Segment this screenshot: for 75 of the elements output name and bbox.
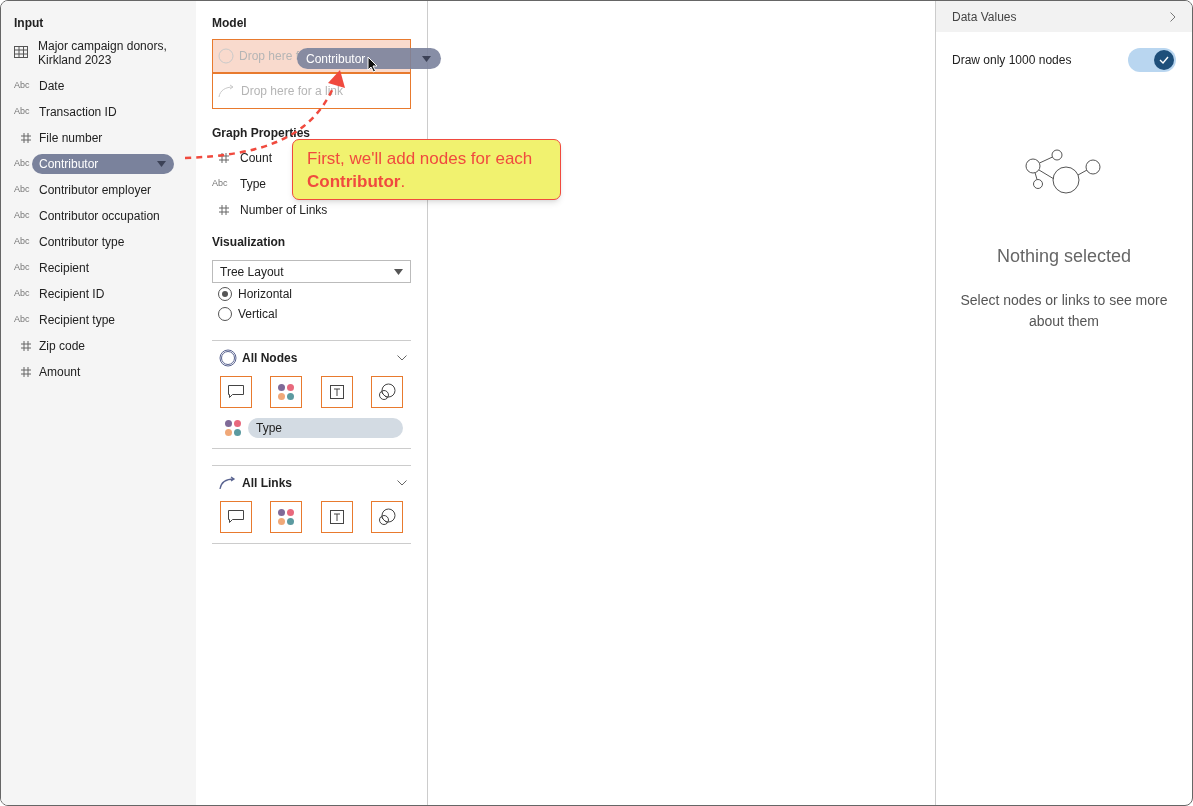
type-label: Abc [14, 287, 31, 301]
callout: First, we'll add nodes for each Contributor. [292, 139, 561, 200]
field-item[interactable]: Recipient [38, 258, 90, 278]
dataset-name: Major campaign donors, Kirkland 2023 [38, 39, 168, 67]
type-label: Abc [14, 157, 31, 171]
palette-icon [277, 383, 296, 401]
color-button[interactable] [270, 376, 303, 408]
radio-label: Vertical [238, 306, 278, 323]
hash-icon [218, 204, 230, 216]
color-button[interactable] [270, 501, 303, 533]
layout-dropdown[interactable]: Tree Layout [212, 260, 411, 283]
type-label: Abc [212, 177, 229, 191]
hash-icon [20, 340, 32, 352]
curved-arrow-icon [219, 476, 237, 490]
section-title: Visualization [212, 234, 287, 251]
type-label: Abc [14, 235, 31, 249]
chevron-down-icon[interactable] [397, 480, 407, 486]
type-label: Abc [14, 105, 31, 119]
field-item[interactable]: Recipient ID [38, 284, 105, 304]
property-item[interactable]: Count [240, 149, 273, 167]
type-label: Abc [14, 209, 31, 223]
property-item[interactable]: Number of Links [240, 201, 328, 219]
field-item[interactable]: Date [38, 76, 65, 96]
circles-icon [377, 507, 397, 527]
palette-icon [224, 419, 242, 437]
palette-icon [277, 508, 296, 526]
field-pill[interactable]: Type [248, 418, 403, 438]
circles-icon [377, 382, 397, 402]
toggle-label: Draw only 1000 nodes [952, 52, 1072, 69]
text-box-icon [328, 509, 345, 525]
text-box-icon [328, 384, 345, 400]
size-button[interactable] [371, 376, 403, 408]
panel-title: Input [14, 15, 45, 32]
type-label: Abc [14, 183, 31, 197]
chevron-right-icon [1170, 11, 1176, 22]
field-item[interactable]: Contributor employer [38, 180, 152, 200]
section-title: Model [212, 15, 248, 32]
empty-title: Nothing selected [996, 245, 1132, 268]
field-item[interactable]: Contributor occupation [38, 206, 160, 226]
radio-label: Horizontal [238, 286, 293, 303]
caret-icon [422, 55, 431, 62]
empty-description: Select nodes or links to see more about them [959, 291, 1169, 331]
hash-icon [20, 132, 32, 144]
field-item[interactable]: Recipient type [38, 310, 116, 330]
toggle-switch[interactable] [1128, 48, 1176, 72]
field-item[interactable]: File number [38, 128, 103, 148]
caret-icon [394, 268, 403, 275]
chevron-down-icon[interactable] [397, 355, 407, 361]
type-label: Abc [14, 313, 31, 327]
speech-bubble-icon [227, 384, 245, 400]
label-button[interactable] [320, 501, 353, 533]
section-title: Graph Properties [212, 125, 312, 142]
panel-header[interactable]: Data Values [936, 1, 1192, 32]
check-icon [1159, 56, 1169, 64]
label-button[interactable] [320, 376, 353, 408]
tooltip-button[interactable] [220, 501, 252, 533]
field-item[interactable]: Contributor [32, 154, 174, 174]
field-item[interactable]: Transaction ID [38, 102, 117, 122]
field-item[interactable]: Contributor type [38, 232, 125, 252]
field-item[interactable]: Zip code [38, 336, 86, 356]
section-header[interactable]: All Links [242, 474, 292, 492]
property-item[interactable]: Type [240, 175, 266, 193]
caret-icon [157, 161, 166, 167]
hash-icon [20, 366, 32, 378]
table-icon [14, 46, 28, 58]
tooltip-button[interactable] [220, 376, 252, 408]
type-label: Abc [14, 79, 31, 93]
ring-icon [219, 349, 237, 367]
speech-bubble-icon [227, 509, 245, 525]
hash-icon [218, 152, 230, 164]
field-item[interactable]: Amount [38, 362, 81, 382]
curved-arrow-icon [218, 84, 236, 98]
type-label: Abc [14, 261, 31, 275]
size-button[interactable] [371, 501, 403, 533]
section-header[interactable]: All Nodes [242, 349, 298, 367]
